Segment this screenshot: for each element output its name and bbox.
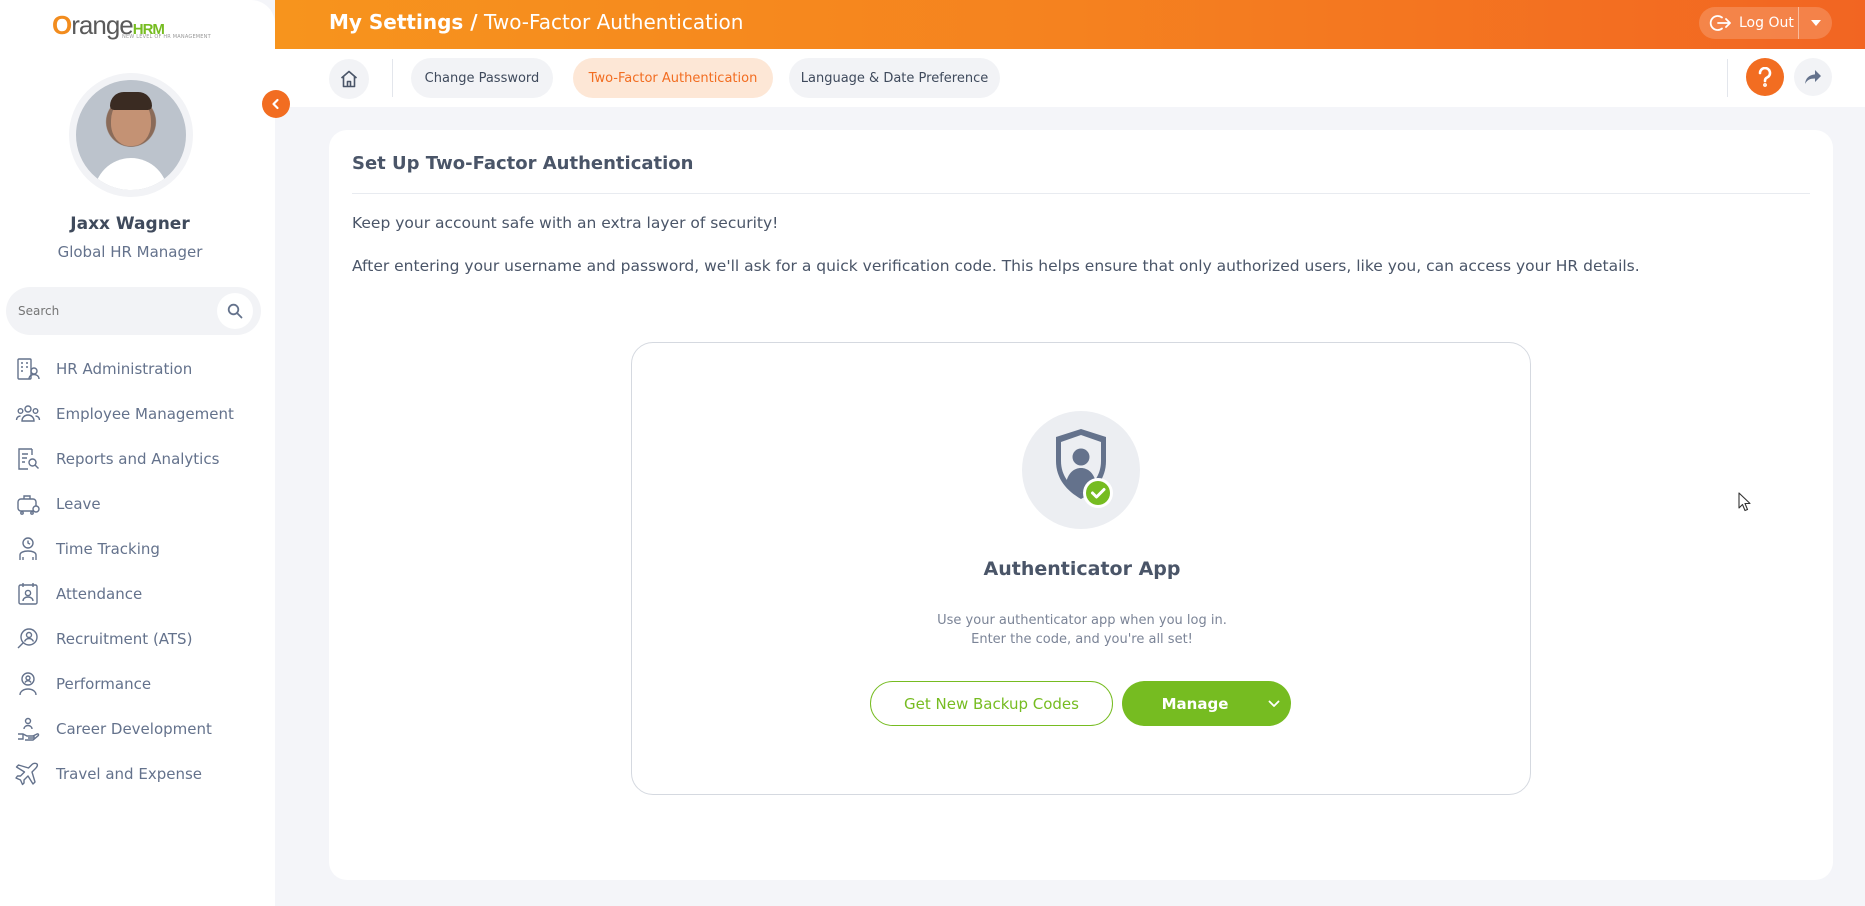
shield-user-check-icon — [1022, 411, 1140, 529]
help-button[interactable] — [1746, 58, 1784, 96]
collapse-sidebar-button[interactable] — [262, 90, 290, 118]
divider — [392, 59, 393, 97]
award-person-icon — [14, 670, 42, 698]
growth-hand-icon — [14, 715, 42, 743]
sidebar-item-reports-and-analytics[interactable]: Reports and Analytics — [0, 436, 275, 481]
sidebar-search — [6, 287, 261, 335]
avatar[interactable] — [69, 73, 193, 197]
search-button[interactable] — [217, 293, 253, 329]
home-button[interactable] — [329, 59, 369, 99]
authenticator-description: Enter the code, and you're all set! — [971, 632, 1193, 647]
chevron-down-icon[interactable] — [1262, 700, 1285, 708]
mouse-cursor-icon — [1738, 492, 1751, 512]
logout-dropdown-toggle[interactable] — [1799, 20, 1832, 26]
top-bar: My Settings / Two-Factor Authentication … — [275, 0, 1865, 49]
manage-button[interactable]: Manage — [1122, 681, 1291, 726]
sidebar-item-career-development[interactable]: Career Development — [0, 706, 275, 751]
users-group-icon — [14, 400, 42, 428]
sidebar-item-time-tracking[interactable]: Time Tracking — [0, 526, 275, 571]
user-name: Jaxx Wagner — [70, 214, 190, 234]
intro-text: Keep your account safe with an extra lay… — [352, 214, 779, 232]
authenticator-app-panel: Authenticator App Use your authenticator… — [631, 342, 1531, 795]
settings-tabs-bar: Change Password Two-Factor Authenticatio… — [275, 49, 1865, 107]
explanation-text: After entering your username and passwor… — [352, 257, 1640, 275]
sidebar-item-performance[interactable]: Performance — [0, 661, 275, 706]
authenticator-title: Authenticator App — [983, 558, 1181, 580]
logout-control: Log Out — [1699, 7, 1832, 39]
building-user-icon — [14, 355, 42, 383]
home-icon — [340, 70, 358, 88]
luggage-icon — [14, 490, 42, 518]
share-button[interactable] — [1794, 58, 1832, 96]
sidebar-item-leave[interactable]: Leave — [0, 481, 275, 526]
card-title: Set Up Two-Factor Authentication — [352, 153, 694, 174]
question-icon — [1758, 67, 1772, 87]
user-role: Global HR Manager — [57, 243, 203, 261]
tab-change-password[interactable]: Change Password — [411, 58, 553, 98]
sidebar-item-travel-and-expense[interactable]: Travel and Expense — [0, 751, 275, 796]
divider — [352, 193, 1810, 194]
two-factor-setup-card: Set Up Two-Factor Authentication Keep yo… — [329, 130, 1833, 880]
get-new-backup-codes-button[interactable]: Get New Backup Codes — [870, 681, 1113, 726]
caret-down-icon — [1810, 20, 1821, 26]
search-icon — [227, 303, 243, 319]
sidebar-item-attendance[interactable]: Attendance — [0, 571, 275, 616]
share-arrow-icon — [1805, 70, 1821, 84]
plane-icon — [14, 760, 42, 788]
report-search-icon — [14, 445, 42, 473]
page-title: My Settings / Two-Factor Authentication — [329, 10, 744, 34]
clock-person-icon — [14, 535, 42, 563]
orangehrm-logo[interactable]: OrangeHRM NEW LEVEL OF HR MANAGEMENT — [52, 6, 212, 42]
sidebar-nav: HR Administration Employee Management Re… — [0, 346, 275, 796]
search-person-icon — [14, 625, 42, 653]
search-input[interactable] — [16, 299, 206, 323]
authenticator-description: Use your authenticator app when you log … — [937, 613, 1227, 628]
divider — [1727, 59, 1728, 97]
logout-icon — [1709, 15, 1731, 31]
calendar-user-icon — [14, 580, 42, 608]
sidebar: OrangeHRM NEW LEVEL OF HR MANAGEMENT Jax… — [0, 0, 275, 906]
sidebar-item-employee-management[interactable]: Employee Management — [0, 391, 275, 436]
tab-language-date-preference[interactable]: Language & Date Preference — [789, 58, 1000, 98]
chevron-left-icon — [272, 98, 279, 110]
logout-button[interactable]: Log Out — [1699, 7, 1799, 39]
tab-two-factor-authentication[interactable]: Two-Factor Authentication — [573, 58, 773, 98]
sidebar-item-recruitment-ats[interactable]: Recruitment (ATS) — [0, 616, 275, 661]
sidebar-item-hr-administration[interactable]: HR Administration — [0, 346, 275, 391]
